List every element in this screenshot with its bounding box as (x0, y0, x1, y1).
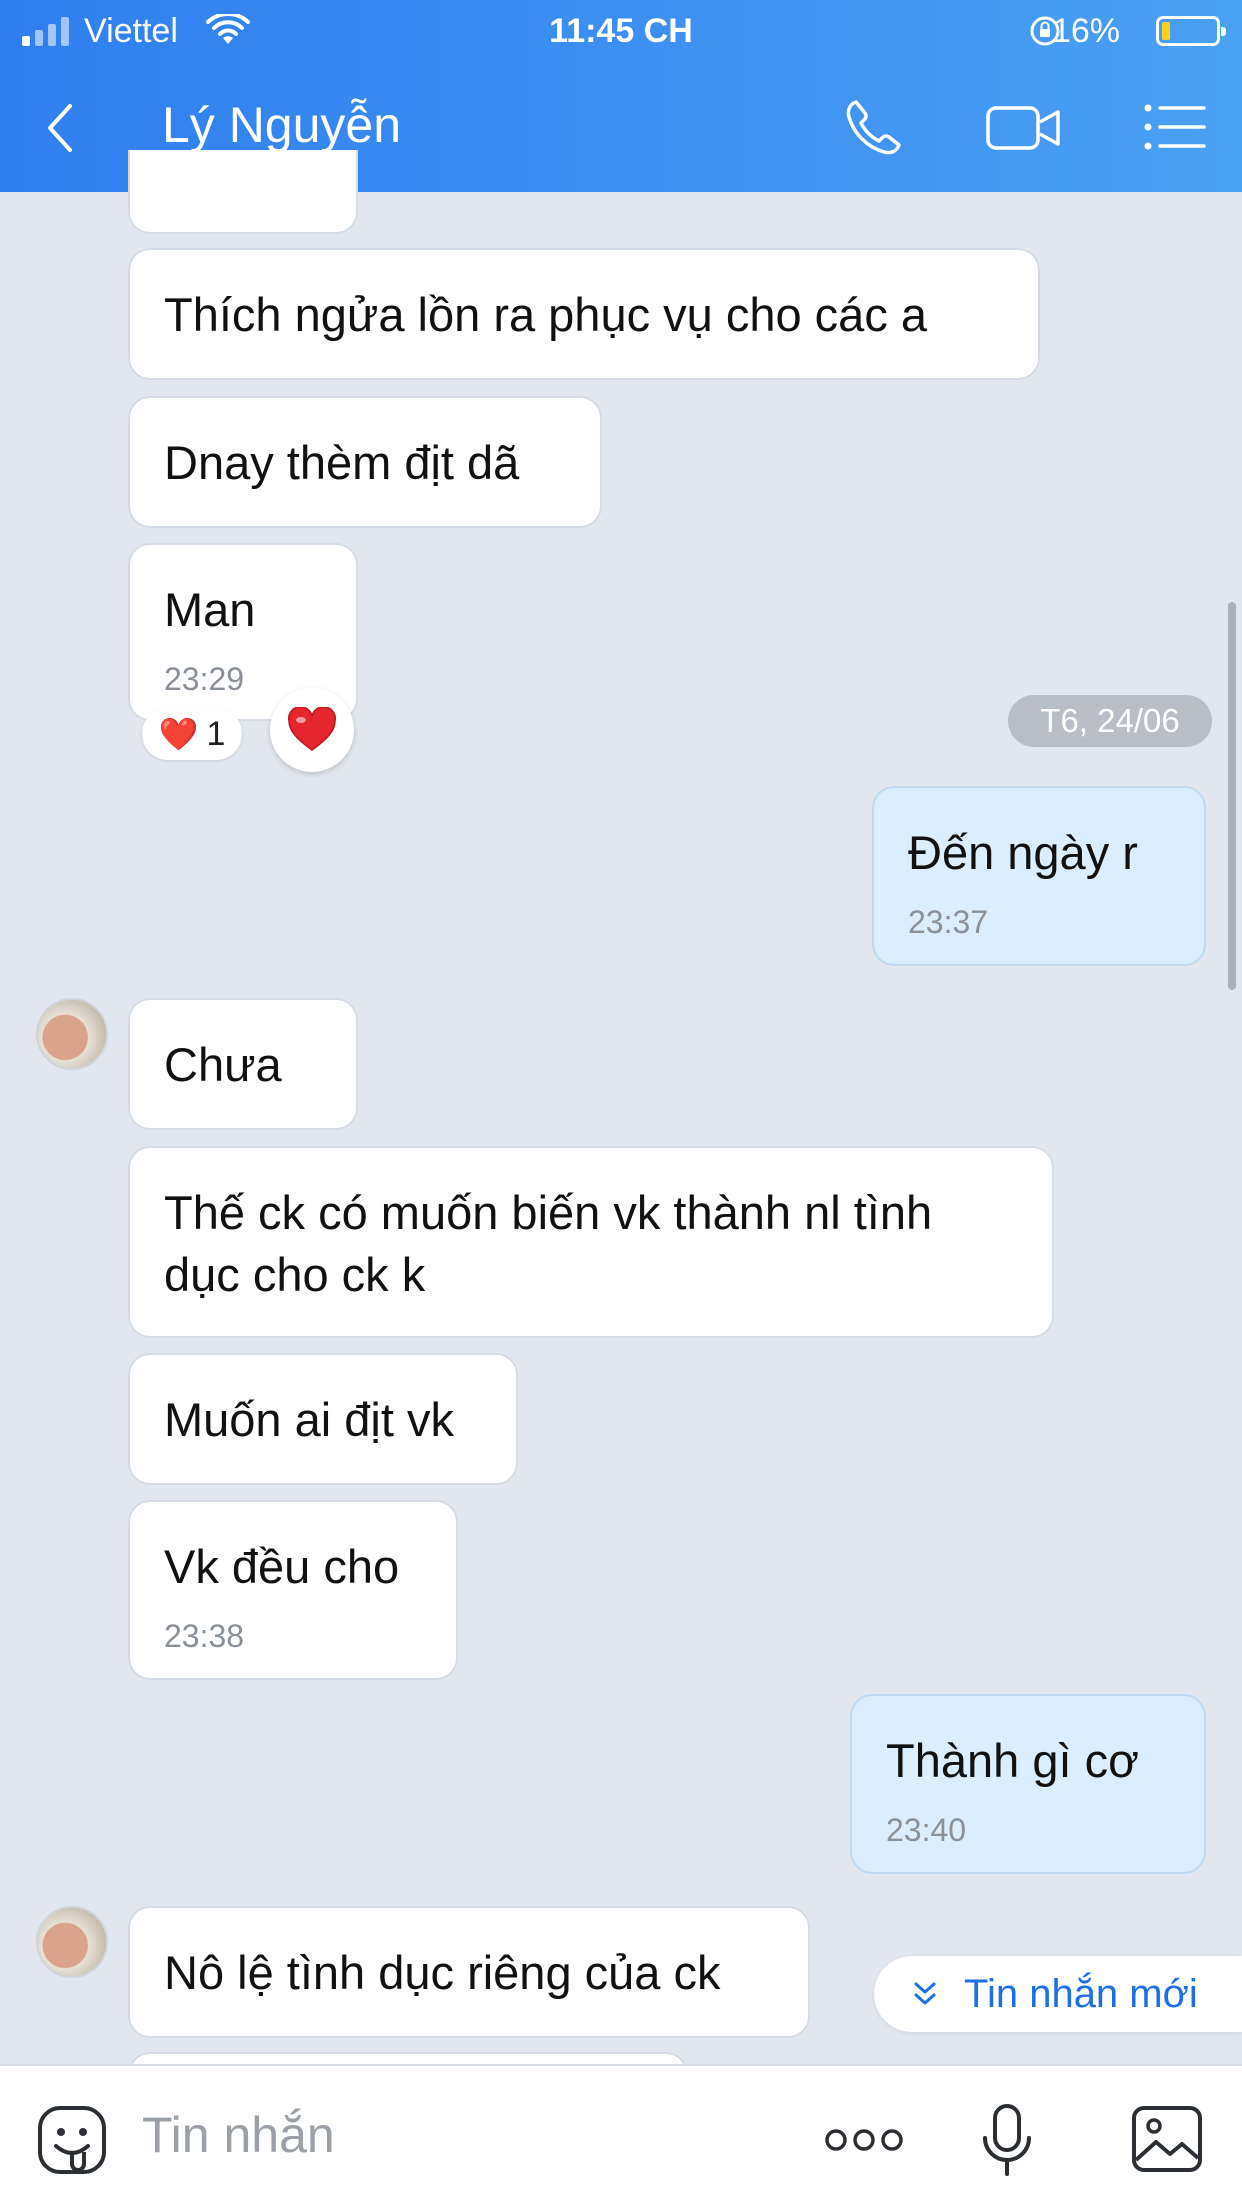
message-text: Muốn ai địt vk (164, 1393, 454, 1446)
reaction-summary[interactable]: ❤️ 1 (142, 708, 242, 760)
avatar[interactable] (36, 998, 108, 1070)
message-text: Đến ngày r (908, 826, 1138, 879)
message-text: Dnay thèm địt dã (164, 436, 520, 489)
heart-icon: ❤️ (158, 716, 199, 752)
image-icon[interactable] (1130, 2104, 1204, 2174)
new-messages-button[interactable]: Tin nhắn mới (874, 1956, 1242, 2032)
phone-call-button[interactable] (838, 92, 908, 162)
message-bubble-partial (128, 150, 358, 234)
message-bubble-sent[interactable]: Đến ngày r 23:37 (872, 786, 1206, 966)
message-text: Chưa (164, 1038, 282, 1091)
message-bubble[interactable]: Chưa (128, 998, 358, 1130)
message-text: Thích ngửa lồn ra phục vụ cho các a (164, 288, 928, 341)
message-bubble-sent[interactable]: Thành gì cơ 23:40 (850, 1694, 1206, 1874)
message-bubble[interactable]: Vk đều cho 23:38 (128, 1500, 458, 1680)
message-time: 23:38 (164, 1618, 245, 1654)
message-text: Thành gì cơ (886, 1734, 1139, 1787)
message-text: Man (164, 583, 256, 636)
battery-percent: 16% (1051, 12, 1120, 50)
double-chevron-down-icon (914, 1982, 936, 2005)
more-icon[interactable] (824, 2126, 904, 2154)
heart-icon (287, 707, 337, 751)
message-composer: Tin nhắn (0, 2064, 1242, 2210)
date-separator: T6, 24/06 (1008, 695, 1212, 747)
message-text: Vk đều cho (164, 1540, 400, 1593)
battery-icon (1156, 16, 1226, 46)
contact-name[interactable]: Lý Nguyễn (162, 96, 401, 154)
message-bubble[interactable]: Thế ck có muốn biến vk thành nl tình dục… (128, 1146, 1054, 1338)
avatar[interactable] (36, 1906, 108, 1978)
reaction-button[interactable] (270, 688, 354, 772)
new-messages-label: Tin nhắn mới (964, 1971, 1198, 2016)
phone-icon (846, 100, 901, 155)
message-time: 23:40 (886, 1812, 967, 1848)
battery-fill (1162, 22, 1170, 40)
message-time: 23:37 (908, 904, 989, 940)
message-input[interactable]: Tin nhắn (142, 2106, 335, 2164)
message-text: Nô lệ tình dục riêng của ck (164, 1946, 721, 1999)
message-bubble[interactable]: Nô lệ tình dục riêng của ck (128, 1906, 810, 2038)
scrollbar[interactable] (1228, 602, 1236, 990)
sticker-icon[interactable] (36, 2104, 108, 2176)
back-icon[interactable] (40, 100, 80, 156)
video-call-button[interactable] (984, 92, 1064, 162)
message-bubble[interactable]: Muốn ai địt vk (128, 1353, 518, 1485)
message-time: 23:29 (164, 661, 245, 697)
message-bubble[interactable]: Dnay thèm địt dã (128, 396, 602, 528)
reaction-count: 1 (206, 714, 226, 753)
status-bar: Viettel 11:45 CH 16% (0, 0, 1242, 64)
menu-icon (1144, 104, 1206, 150)
message-bubble[interactable]: Thích ngửa lồn ra phục vụ cho các a (128, 248, 1040, 380)
menu-button[interactable] (1142, 92, 1208, 162)
message-text: Thế ck có muốn biến vk thành nl tình dục… (164, 1186, 933, 1301)
microphone-icon[interactable] (980, 2102, 1034, 2180)
video-icon (986, 106, 1060, 150)
